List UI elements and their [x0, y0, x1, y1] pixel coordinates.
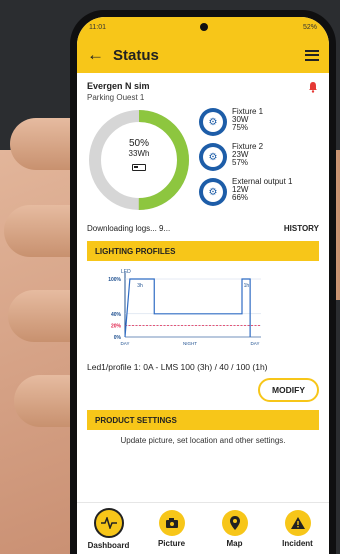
menu-icon[interactable]: [305, 49, 319, 61]
bottom-nav: Dashboard Picture Map Incident: [77, 502, 329, 554]
fixture-item[interactable]: ⚙ Fixture 1 30W 75%: [199, 108, 319, 143]
alarm-bell-icon[interactable]: [307, 81, 319, 93]
segment-label: 3h: [137, 283, 143, 289]
device-name: Evergen N sim: [87, 81, 150, 91]
device-header: Evergen N sim Parking Ouest 1: [87, 81, 319, 102]
camera-icon: [165, 517, 178, 528]
back-arrow-icon[interactable]: ←: [87, 45, 113, 65]
battery-percent: 50%: [128, 138, 149, 149]
x-tick-label: DAY: [121, 341, 130, 346]
pulse-icon: [100, 516, 117, 529]
nav-dashboard[interactable]: Dashboard: [81, 507, 137, 550]
main-content: Evergen N sim Parking Ouest 1 50% 33Wh ⚙…: [77, 73, 329, 453]
fixtures-list: ⚙ Fixture 1 30W 75% ⚙ Fixture 2 23W 57%: [199, 108, 319, 222]
device-location: Parking Ouest 1: [87, 93, 145, 102]
nav-label: Map: [226, 538, 243, 548]
status-battery: 52%: [302, 23, 317, 31]
nav-label: Picture: [157, 538, 186, 548]
lamp-icon: ⚙: [199, 143, 227, 171]
fixture-level: 75%: [232, 123, 249, 132]
fixture-item[interactable]: ⚙ External output 1 12W 66%: [199, 178, 319, 213]
fixture-level: 66%: [232, 193, 249, 202]
fixture-level: 57%: [232, 158, 249, 167]
chart-axis-top-label: LED: [121, 269, 131, 275]
nav-label: Incident: [282, 538, 313, 548]
modify-button[interactable]: MODIFY: [257, 378, 319, 402]
y-tick-label: 40%: [111, 312, 122, 318]
nav-map[interactable]: Map: [207, 509, 263, 548]
status-bar: 11:01 52%: [77, 17, 329, 37]
nav-incident[interactable]: Incident: [270, 509, 326, 548]
warning-icon: [290, 516, 305, 529]
nav-label: Dashboard: [87, 540, 130, 550]
logs-status: Downloading logs... 9...: [87, 224, 171, 233]
lamp-icon: ⚙: [199, 108, 227, 136]
location-pin-icon: [229, 515, 240, 530]
history-link[interactable]: HISTORY: [284, 224, 319, 233]
nav-picture[interactable]: Picture: [144, 509, 200, 548]
logs-row: Downloading logs... 9... HISTORY: [87, 224, 319, 233]
x-tick-label: DAY: [251, 341, 260, 346]
front-camera: [200, 23, 209, 31]
battery-gauge: 50% 33Wh: [87, 108, 191, 212]
fixture-item[interactable]: ⚙ Fixture 2 23W 57%: [199, 143, 319, 178]
phone-screen: 11:01 52% ← Status Evergen N sim Parking…: [77, 17, 329, 554]
profile-description: Led1/profile 1: 0A - LMS 100 (3h) / 40 /…: [87, 362, 268, 372]
lighting-profiles-header: LIGHTING PROFILES: [87, 241, 319, 261]
x-tick-label: NIGHT: [183, 341, 197, 346]
product-settings-description: Update picture, set location and other s…: [120, 436, 286, 445]
phone: 11:01 52% ← Status Evergen N sim Parking…: [70, 10, 336, 554]
lighting-profile-chart: LED100%40%20%0%3h 1hDAY NIGHT DAY: [108, 269, 261, 346]
y-tick-label: 100%: [108, 277, 121, 283]
product-settings-header[interactable]: PRODUCT SETTINGS: [87, 410, 319, 430]
page-title: Status: [113, 46, 159, 64]
app-header: ← Status: [77, 37, 329, 73]
y-tick-label: 20%: [111, 323, 122, 329]
lamp-icon: ⚙: [199, 178, 227, 206]
profile-series-line: [124, 278, 251, 338]
status-row: 50% 33Wh ⚙ Fixture 1 30W 75% ⚙ Fixture 2…: [87, 108, 319, 222]
battery-icon: [132, 164, 146, 171]
segment-label: 1h: [244, 283, 250, 289]
status-time: 11:01: [89, 23, 106, 31]
battery-energy: 33Wh: [128, 149, 150, 158]
